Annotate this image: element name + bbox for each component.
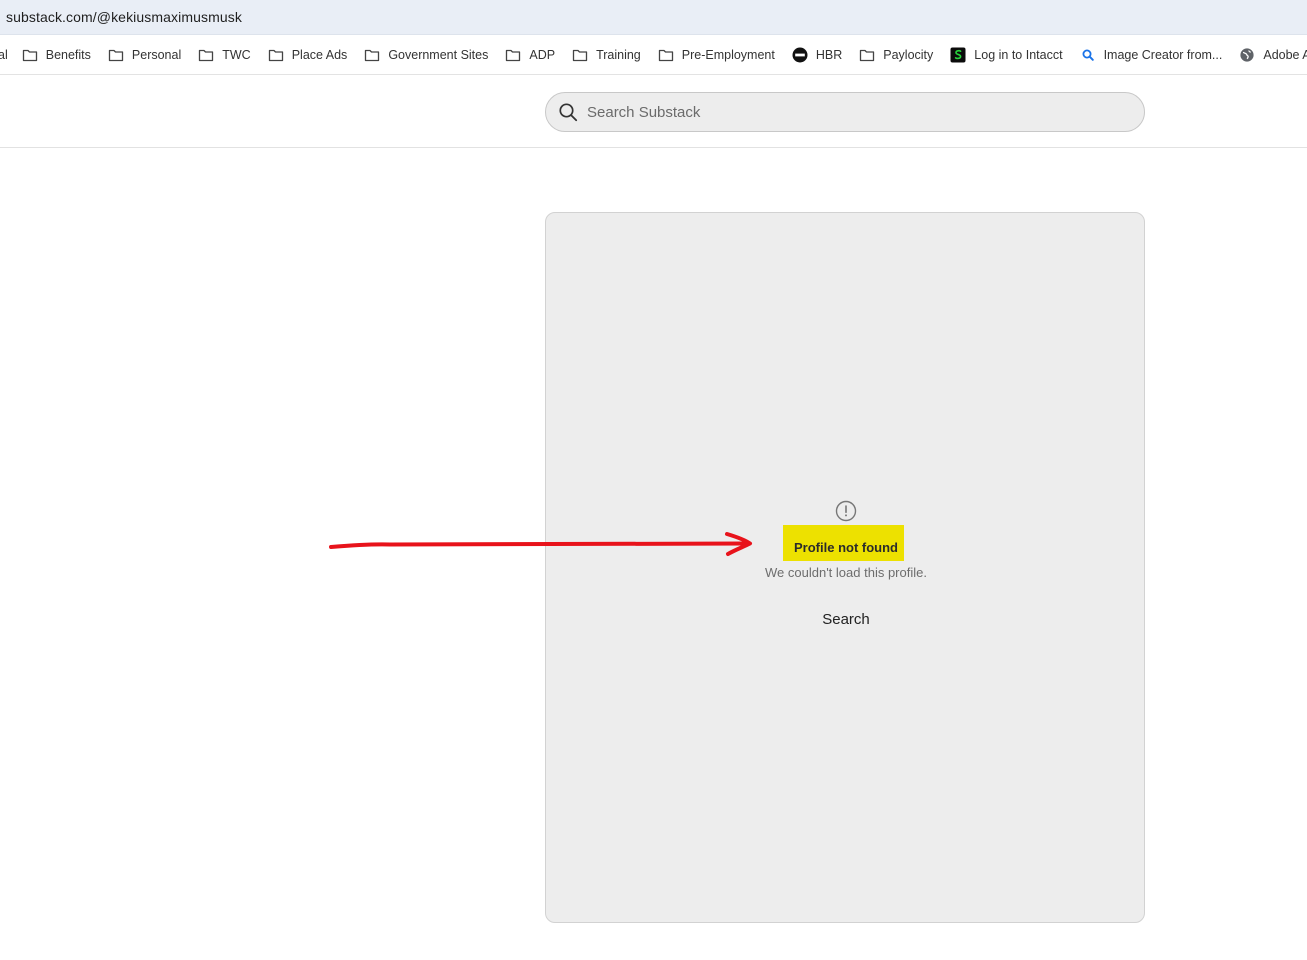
url-text[interactable]: substack.com/@kekiusmaximusmusk (6, 9, 242, 25)
bookmark-adp[interactable]: ADP (505, 42, 555, 68)
bookmark-label: Government Sites (388, 47, 489, 62)
search-icon (559, 103, 578, 122)
folder-icon (658, 49, 673, 61)
bookmark-training[interactable]: Training (572, 42, 641, 68)
folder-icon (22, 49, 37, 61)
globe-icon (1240, 47, 1254, 62)
bookmark-label: Log in to Intacct (974, 47, 1063, 62)
bookmark-label: Personal (131, 47, 182, 62)
folder-icon (108, 49, 124, 61)
bookmark-benefits[interactable]: Benefits (22, 42, 91, 68)
bookmark-label: ADP (529, 47, 556, 62)
folder-icon (572, 49, 588, 61)
address-bar[interactable]: substack.com/@kekiusmaximusmusk (0, 0, 1307, 35)
bookmark-personal[interactable]: Personal (108, 42, 181, 68)
profile-error-card: Profile not found We couldn't load this … (545, 212, 1145, 923)
bookmark-label: Benefits (45, 47, 91, 62)
folder-icon (506, 49, 521, 61)
bookmark-image-creator[interactable]: Image Creator from... (1080, 42, 1223, 68)
bookmark-label: Training (596, 47, 641, 62)
header-divider (0, 147, 1307, 148)
bookmark-intacct[interactable]: Log in to Intacct (950, 42, 1063, 68)
search-button[interactable]: Search (801, 607, 891, 631)
bookmark-paylocity[interactable]: Paylocity (859, 42, 933, 68)
bookmark-label: Adobe Acrobat (1263, 47, 1307, 62)
bookmark-twc[interactable]: TWC (198, 42, 251, 68)
bookmark-adobe-acrobat[interactable]: Adobe Acrobat (1239, 42, 1307, 68)
bookmark-label: Pre-Employment (681, 47, 775, 62)
bookmarks-bar: al Benefits Personal TWC Place Ads Gover… (0, 35, 1307, 75)
hbr-logo-icon (792, 47, 808, 62)
arrow-shaft (329, 541, 749, 549)
folder-icon (268, 49, 283, 61)
bookmark-label: Paylocity (883, 47, 934, 62)
bookmark-label: TWC (222, 47, 251, 62)
bookmark-hbr[interactable]: HBR (792, 42, 842, 68)
bookmark-label: Image Creator from... (1103, 47, 1223, 62)
bookmark-pre-employment[interactable]: Pre-Employment (658, 42, 775, 68)
bookmark-place-ads[interactable]: Place Ads (268, 42, 348, 68)
bookmark-cut-off[interactable]: al (0, 48, 8, 62)
bookmark-label: HBR (815, 47, 843, 62)
folder-icon (199, 49, 214, 61)
red-arrow-annotation (329, 532, 752, 556)
intacct-logo-icon (950, 47, 966, 62)
bookmark-label: Place Ads (291, 47, 348, 62)
folder-icon (860, 49, 875, 61)
folder-icon (365, 49, 380, 61)
bookmark-government-sites[interactable]: Government Sites (364, 42, 488, 68)
magnifier-icon (1082, 49, 1094, 61)
substack-search-bar[interactable] (545, 92, 1145, 132)
search-input[interactable] (587, 97, 1107, 127)
error-subtitle: We couldn't load this profile. (765, 565, 927, 580)
alert-circle-icon (835, 500, 857, 522)
